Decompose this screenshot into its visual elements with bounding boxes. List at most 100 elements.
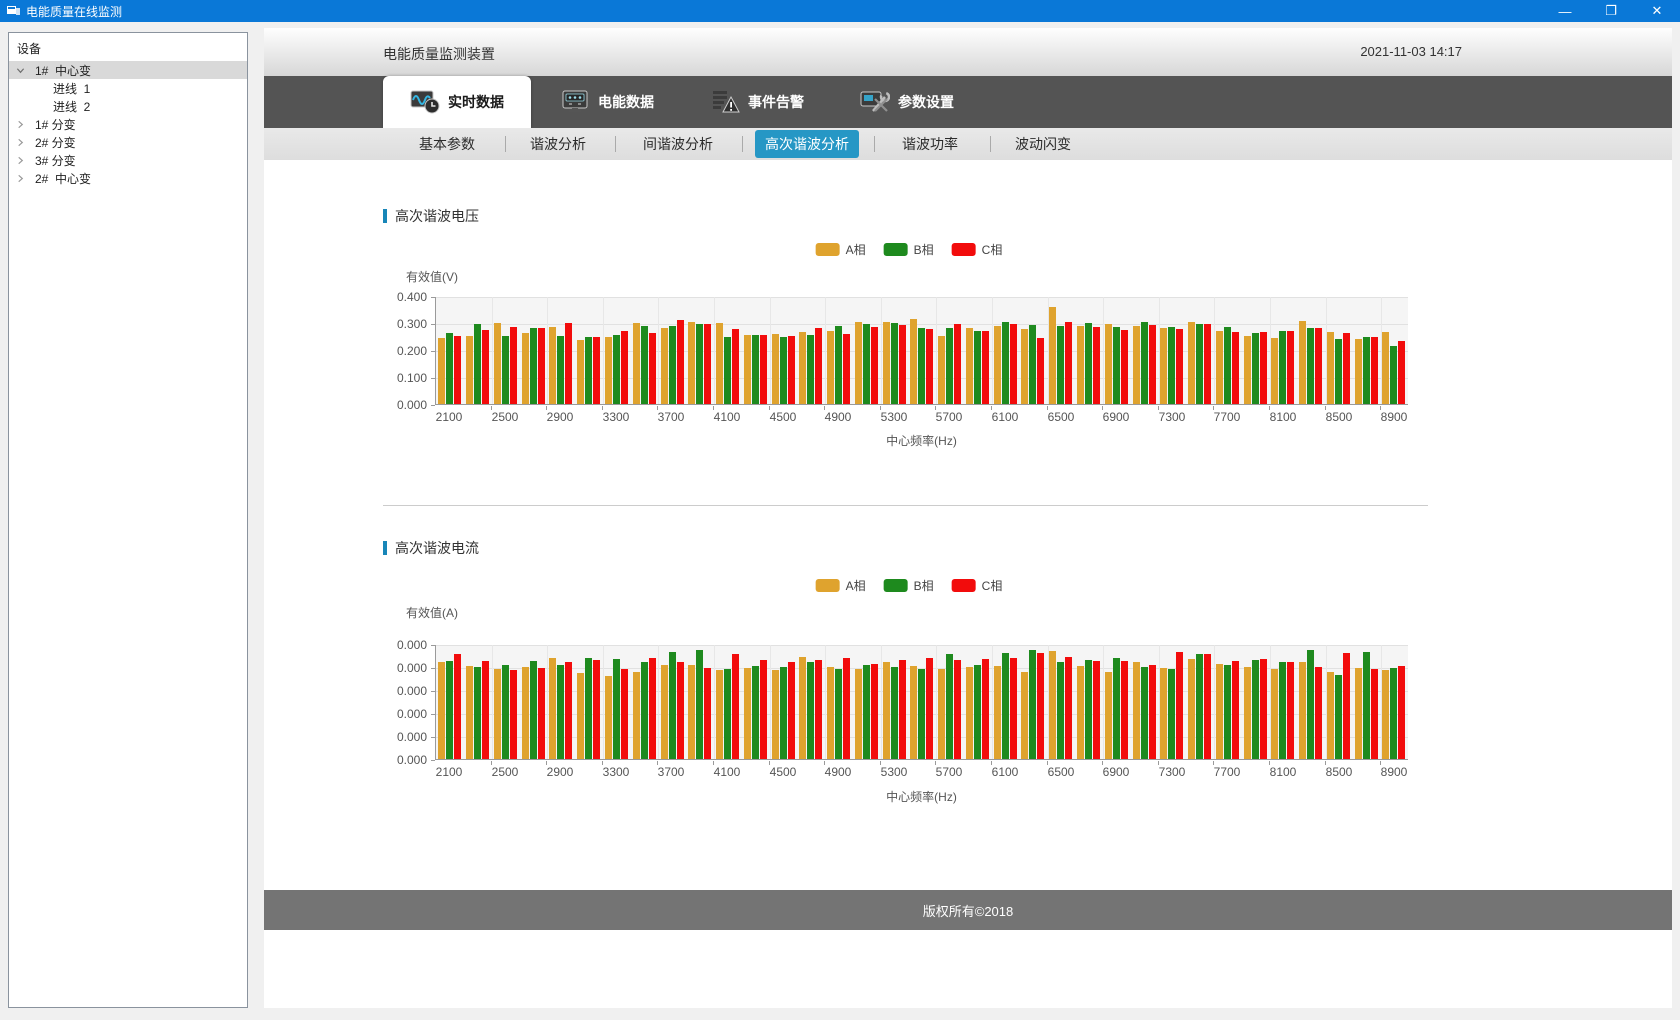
subtab-谐波功率[interactable]: 谐波功率 (892, 128, 968, 160)
bar-B相-3900[interactable] (696, 650, 703, 759)
bar-A相-3700[interactable] (661, 665, 668, 759)
bar-A相-6900[interactable] (1105, 324, 1112, 404)
tab-实时数据[interactable]: 实时数据 (383, 76, 531, 128)
bar-B相-2500[interactable] (502, 336, 509, 404)
bar-B相-5900[interactable] (974, 331, 981, 404)
bar-B相-4500[interactable] (780, 667, 787, 759)
bar-B相-2700[interactable] (530, 328, 537, 404)
bar-C相-4900[interactable] (843, 334, 850, 404)
bar-B相-4900[interactable] (835, 669, 842, 759)
bar-A相-7500[interactable] (1188, 659, 1195, 759)
tree-item-2#-分变[interactable]: 2# 分变 (9, 133, 247, 151)
bar-A相-4900[interactable] (827, 331, 834, 404)
subtab-波动闪变[interactable]: 波动闪变 (1005, 128, 1081, 160)
bar-A相-3900[interactable] (688, 322, 695, 404)
bar-C相-6100[interactable] (1010, 658, 1017, 759)
bar-C相-6900[interactable] (1121, 661, 1128, 759)
legend-item-A相[interactable]: A相 (816, 241, 866, 258)
bar-A相-6100[interactable] (994, 326, 1001, 404)
bar-B相-2300[interactable] (474, 324, 481, 404)
tree-item-1#-中心变[interactable]: 1# 中心变 (9, 61, 247, 79)
bar-C相-2300[interactable] (482, 661, 489, 759)
bar-C相-6500[interactable] (1065, 657, 1072, 759)
bar-B相-3100[interactable] (585, 337, 592, 404)
bar-B相-8300[interactable] (1307, 650, 1314, 759)
chevron-down-icon[interactable] (9, 66, 31, 75)
bar-C相-7300[interactable] (1176, 652, 1183, 759)
bar-B相-5700[interactable] (946, 328, 953, 404)
bar-A相-5100[interactable] (855, 669, 862, 759)
bar-C相-2500[interactable] (510, 670, 517, 759)
bar-B相-8500[interactable] (1335, 675, 1342, 759)
tab-电能数据[interactable]: 电能数据 (533, 76, 681, 128)
bar-A相-8900[interactable] (1382, 332, 1389, 404)
bar-B相-6100[interactable] (1002, 322, 1009, 404)
bar-A相-8500[interactable] (1327, 332, 1334, 404)
bar-B相-8100[interactable] (1279, 331, 1286, 404)
minimize-button[interactable]: — (1542, 0, 1588, 22)
tab-事件告警[interactable]: 事件告警 (683, 76, 831, 128)
bar-C相-5500[interactable] (926, 329, 933, 404)
bar-A相-2500[interactable] (494, 669, 501, 759)
bar-A相-2900[interactable] (549, 327, 556, 404)
bar-C相-6900[interactable] (1121, 330, 1128, 404)
bar-B相-7900[interactable] (1252, 660, 1259, 759)
bar-B相-7500[interactable] (1196, 324, 1203, 404)
tree-item-3#-分变[interactable]: 3# 分变 (9, 151, 247, 169)
bar-B相-4700[interactable] (807, 335, 814, 404)
bar-C相-4300[interactable] (760, 335, 767, 404)
legend-item-B相[interactable]: B相 (884, 241, 934, 258)
bar-A相-6900[interactable] (1105, 672, 1112, 759)
bar-B相-3100[interactable] (585, 658, 592, 759)
bar-A相-3500[interactable] (633, 323, 640, 404)
bar-C相-5100[interactable] (871, 327, 878, 404)
bar-A相-7900[interactable] (1244, 336, 1251, 404)
bar-A相-3100[interactable] (577, 340, 584, 404)
subtab-基本参数[interactable]: 基本参数 (409, 128, 485, 160)
bar-C相-3100[interactable] (593, 337, 600, 404)
bar-B相-8100[interactable] (1279, 662, 1286, 759)
bar-A相-8300[interactable] (1299, 321, 1306, 404)
bar-B相-8900[interactable] (1390, 668, 1397, 759)
bar-C相-8900[interactable] (1398, 341, 1405, 404)
bar-A相-5100[interactable] (855, 322, 862, 404)
chevron-right-icon[interactable] (9, 138, 31, 147)
legend-item-B相[interactable]: B相 (884, 577, 934, 594)
bar-A相-2900[interactable] (549, 658, 556, 759)
bar-B相-5700[interactable] (946, 654, 953, 759)
bar-B相-5500[interactable] (918, 669, 925, 759)
close-button[interactable]: ✕ (1634, 0, 1680, 22)
tree-item-进线-2[interactable]: 进线 2 (9, 97, 247, 115)
bar-B相-7100[interactable] (1141, 322, 1148, 404)
subtab-间谐波分析[interactable]: 间谐波分析 (633, 128, 723, 160)
legend-item-C相[interactable]: C相 (952, 241, 1003, 258)
bar-C相-4300[interactable] (760, 660, 767, 759)
bar-B相-4300[interactable] (752, 335, 759, 404)
chevron-right-icon[interactable] (9, 174, 31, 183)
bar-A相-5700[interactable] (938, 336, 945, 404)
bar-C相-2100[interactable] (454, 654, 461, 759)
bar-B相-3500[interactable] (641, 326, 648, 404)
bar-C相-6700[interactable] (1093, 661, 1100, 759)
bar-A相-5300[interactable] (883, 322, 890, 404)
bar-A相-5900[interactable] (966, 328, 973, 404)
bar-C相-5100[interactable] (871, 664, 878, 759)
bar-C相-5900[interactable] (982, 331, 989, 404)
bar-C相-4100[interactable] (732, 329, 739, 404)
bar-A相-8700[interactable] (1355, 668, 1362, 759)
bar-B相-3700[interactable] (669, 652, 676, 759)
bar-A相-6300[interactable] (1021, 672, 1028, 759)
bar-C相-6700[interactable] (1093, 327, 1100, 404)
bar-A相-7700[interactable] (1216, 664, 1223, 759)
legend-item-C相[interactable]: C相 (952, 577, 1003, 594)
bar-B相-2900[interactable] (557, 665, 564, 759)
bar-B相-4700[interactable] (807, 662, 814, 759)
bar-B相-8300[interactable] (1307, 328, 1314, 404)
bar-B相-6500[interactable] (1057, 326, 1064, 404)
tab-参数设置[interactable]: 参数设置 (833, 76, 981, 128)
bar-A相-6700[interactable] (1077, 666, 1084, 759)
bar-A相-4300[interactable] (744, 335, 751, 404)
bar-B相-8500[interactable] (1335, 339, 1342, 404)
bar-B相-6900[interactable] (1113, 327, 1120, 404)
bar-B相-6300[interactable] (1029, 325, 1036, 404)
